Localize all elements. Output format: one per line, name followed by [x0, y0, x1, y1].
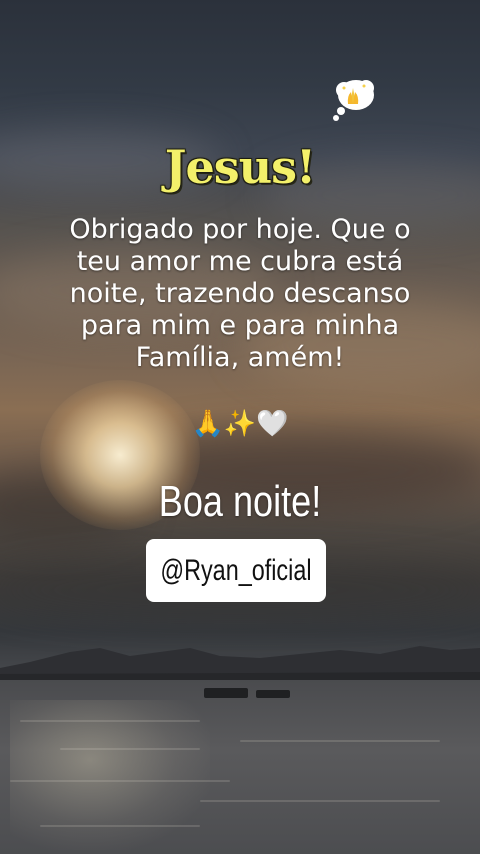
prayer-line: Família, amém!: [135, 342, 345, 373]
boat: [204, 688, 248, 698]
prayer-line: teu amor me cubra está: [76, 246, 404, 277]
water-ripple: [200, 800, 440, 802]
water-ripple: [20, 720, 200, 722]
sun-reflection: [10, 700, 210, 850]
water-ripple: [60, 748, 200, 750]
mention-sticker[interactable]: @Ryan_oficial: [146, 539, 326, 602]
boat: [256, 690, 290, 698]
prayer-line: para mim e para minha: [80, 310, 400, 341]
goodnight-text: Boa noite!: [158, 477, 322, 526]
prayer-line: noite, trazendo descanso: [69, 278, 411, 309]
emoji-row: 🙏✨🤍: [191, 409, 289, 439]
story-background: Jesus! Obrigado por hoje. Que o teu amor…: [0, 0, 480, 854]
thought-bubble-praying-icon: [333, 80, 374, 121]
prayer-line: Obrigado por hoje. Que o: [69, 214, 411, 245]
mountain-silhouette: [0, 646, 480, 680]
mention-handle[interactable]: @Ryan_oficial: [160, 554, 311, 588]
water-ripple: [40, 825, 200, 827]
water-ripple: [10, 780, 230, 782]
title-jesus: Jesus!: [164, 140, 316, 194]
prayer-text: Obrigado por hoje. Que o teu amor me cub…: [20, 214, 460, 374]
water-ripple: [240, 740, 440, 742]
